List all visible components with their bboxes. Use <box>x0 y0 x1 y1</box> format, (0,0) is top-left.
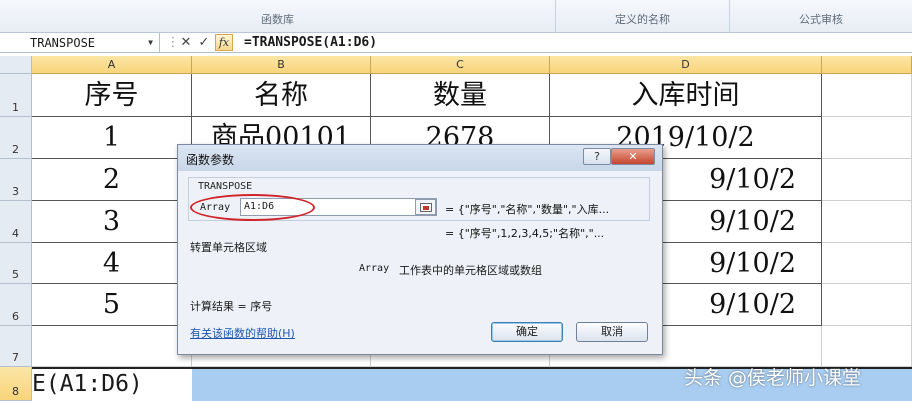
row-header[interactable]: 3 <box>0 159 32 201</box>
column-header-a[interactable]: A <box>32 56 192 74</box>
function-help-link[interactable]: 有关该函数的帮助(H) <box>190 325 295 341</box>
row-header[interactable]: 7 <box>0 326 32 367</box>
cell-b1[interactable]: 名称 <box>192 74 371 117</box>
argument-description-name: Array <box>359 263 390 274</box>
row-header[interactable]: 4 <box>0 201 32 243</box>
collapse-dialog-icon[interactable] <box>415 199 436 215</box>
cell-e7[interactable] <box>822 326 912 367</box>
chevron-down-icon[interactable]: ▼ <box>148 33 153 53</box>
cell-a4[interactable]: 3 <box>32 201 192 243</box>
cancel-icon[interactable]: ✕ <box>178 33 194 53</box>
name-box[interactable]: TRANSPOSE ▼ <box>0 33 160 53</box>
insert-function-icon[interactable]: fx <box>215 34 233 51</box>
ribbon-group-label: 公式审核 <box>799 13 843 26</box>
cell-a8-editing[interactable]: E(A1:D6) <box>32 367 192 401</box>
ribbon-group-label: 定义的名称 <box>615 13 670 26</box>
row-header[interactable]: 2 <box>0 117 32 159</box>
ribbon-group-function-library[interactable]: 函数库 <box>0 0 556 33</box>
calculation-result: 计算结果 = 序号 <box>190 300 273 313</box>
cell-a2[interactable]: 1 <box>32 117 192 159</box>
highlight-annotation <box>190 194 315 221</box>
cell-e3[interactable] <box>822 159 912 201</box>
row-header[interactable]: 6 <box>0 284 32 326</box>
function-name-label: TRANSPOSE <box>198 181 253 192</box>
column-header-e[interactable] <box>822 56 912 74</box>
argument-description: 工作表中的单元格区域或数组 <box>399 264 542 277</box>
argument-value-preview: = {"序号","名称","数量","入库... <box>445 203 610 216</box>
cell-a1[interactable]: 序号 <box>32 74 192 117</box>
ribbon-group-label: 函数库 <box>261 13 294 26</box>
cell-e4[interactable] <box>822 201 912 243</box>
formula-result-preview: = {"序号",1,2,3,4,5;"名称","... <box>445 227 605 240</box>
watermark: 头条 @侯老师小课堂 <box>684 367 862 389</box>
column-header-b[interactable]: B <box>192 56 371 74</box>
cell-e6[interactable] <box>822 284 912 326</box>
function-arguments-dialog: 函数参数 ? ✕ TRANSPOSE Array A1:D6 = {"序号","… <box>177 144 663 355</box>
dialog-title: 函数参数 <box>186 153 235 167</box>
cell-e2[interactable] <box>822 117 912 159</box>
ribbon-group-defined-names[interactable]: 定义的名称 <box>556 0 730 33</box>
column-header-d[interactable]: D <box>550 56 822 74</box>
ribbon-group-bar: 函数库 定义的名称 公式审核 <box>0 0 912 33</box>
cell-e5[interactable] <box>822 243 912 284</box>
formula-bar: TRANSPOSE ▼ ⋮ ✕ ✓ fx =TRANSPOSE(A1:D6) <box>0 33 912 53</box>
row-header-selected[interactable]: 8 <box>0 367 32 401</box>
cancel-button[interactable]: 取消 <box>576 322 648 342</box>
cell-a5[interactable]: 4 <box>32 243 192 284</box>
check-icon[interactable]: ✓ <box>196 33 212 53</box>
row-header[interactable]: 1 <box>0 74 32 117</box>
cell-e1[interactable] <box>822 74 912 117</box>
dialog-title-bar[interactable]: 函数参数 ? ✕ <box>178 145 662 171</box>
formula-input[interactable]: =TRANSPOSE(A1:D6) <box>244 33 377 53</box>
row-header[interactable]: 5 <box>0 243 32 284</box>
function-description: 转置单元格区域 <box>190 241 267 254</box>
column-header-c[interactable]: C <box>371 56 550 74</box>
help-icon[interactable]: ? <box>583 148 611 165</box>
ribbon-group-formula-auditing[interactable]: 公式审核 <box>730 0 912 33</box>
cell-a7[interactable] <box>32 326 192 367</box>
cell-d1[interactable]: 入库时间 <box>550 74 822 117</box>
ok-button[interactable]: 确定 <box>491 322 563 342</box>
cell-c1[interactable]: 数量 <box>371 74 550 117</box>
select-all-corner[interactable] <box>0 56 32 74</box>
cell-a3[interactable]: 2 <box>32 159 192 201</box>
name-box-value: TRANSPOSE <box>30 36 96 50</box>
cell-a6[interactable]: 5 <box>32 284 192 326</box>
close-icon[interactable]: ✕ <box>611 148 655 165</box>
